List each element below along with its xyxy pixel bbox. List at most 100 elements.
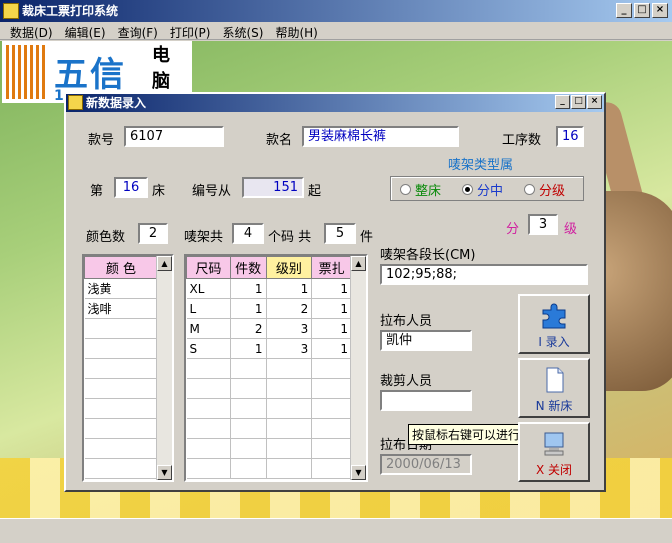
close-button-label: X 关闭 xyxy=(535,463,573,477)
size-grid-scrollbar[interactable]: ▲ ▼ xyxy=(350,256,366,480)
spreader-label: 拉布人员 xyxy=(380,314,433,329)
radio-dot-selected-icon xyxy=(462,184,473,195)
new-bed-button-label: N 新床 xyxy=(535,399,573,413)
radio-split-grade[interactable]: 分级 xyxy=(524,180,565,199)
color-grid-scrollbar[interactable]: ▲ ▼ xyxy=(156,256,172,480)
size-grid[interactable]: 尺码 件数 级别 票扎 XL 1 1 1 L 1 2 1 M 2 3 1 S 1… xyxy=(184,254,368,482)
close-button[interactable]: X 关闭 xyxy=(518,422,590,482)
scroll-down-icon[interactable]: ▼ xyxy=(157,465,172,480)
style-name-input[interactable]: 男装麻棉长裤 xyxy=(302,126,459,147)
color-cell-empty[interactable] xyxy=(84,338,158,359)
table-row[interactable]: L 1 2 1 xyxy=(186,298,352,319)
app-title: 裁床工票打印系统 xyxy=(22,4,119,18)
colors-count-input[interactable]: 2 xyxy=(138,223,168,244)
logo-stripes-icon xyxy=(6,45,46,99)
table-row-empty[interactable] xyxy=(186,398,352,419)
scroll-up-icon[interactable]: ▲ xyxy=(351,256,366,271)
radio-dot-icon xyxy=(400,184,411,195)
pieces-input[interactable]: 5 xyxy=(324,223,356,244)
color-cell-empty[interactable] xyxy=(84,418,158,439)
app-titlebar: 裁床工票打印系统 _ □ × xyxy=(0,0,672,22)
maximize-button[interactable]: □ xyxy=(634,3,650,18)
number-from-input[interactable]: 151 xyxy=(242,177,304,198)
color-cell-empty[interactable] xyxy=(84,378,158,399)
table-row-empty[interactable] xyxy=(186,418,352,439)
table-row[interactable]: S 1 3 1 xyxy=(186,338,352,359)
cutter-label: 裁剪人员 xyxy=(380,374,433,389)
statusbar xyxy=(0,518,672,543)
new-document-icon xyxy=(546,367,564,393)
menu-help[interactable]: 帮助(H) xyxy=(269,22,323,40)
new-data-entry-dialog: 新数据录入 _ □ × 款号 6107 款名 男装麻棉长裤 工序数 16 第 1… xyxy=(64,92,606,492)
ticket-column-header[interactable]: 票扎 xyxy=(311,256,352,279)
logo-text: 五信 xyxy=(54,55,126,95)
close-window-button[interactable]: × xyxy=(652,3,668,18)
dialog-minimize-button[interactable]: _ xyxy=(555,95,570,109)
table-row[interactable]: M 2 3 1 xyxy=(186,318,352,339)
color-cell-empty[interactable] xyxy=(84,358,158,379)
menu-query[interactable]: 查询(F) xyxy=(112,22,164,40)
scroll-up-icon[interactable]: ▲ xyxy=(157,256,172,271)
rack-total-label: 唛架共 xyxy=(184,230,224,245)
logo-sub-text: 电 脑 xyxy=(152,45,170,92)
table-row[interactable]: XL 1 1 1 xyxy=(186,278,352,299)
bed-number-input[interactable]: 16 xyxy=(114,177,148,198)
minimize-button[interactable]: _ xyxy=(616,3,632,18)
table-row-empty[interactable] xyxy=(186,438,352,459)
style-no-input[interactable]: 6107 xyxy=(124,126,224,147)
bed-prefix-label: 第 xyxy=(90,184,104,199)
color-cell-empty[interactable] xyxy=(84,398,158,419)
color-cell-empty[interactable] xyxy=(84,318,158,339)
menu-print[interactable]: 打印(P) xyxy=(164,22,217,40)
radio-whole-bed[interactable]: 整床 xyxy=(400,180,441,199)
dialog-titlebar: 新数据录入 _ □ × xyxy=(66,94,604,112)
spreader-input[interactable]: 凯仲 xyxy=(380,330,472,351)
size-column-header[interactable]: 尺码 xyxy=(186,256,231,279)
dialog-maximize-button[interactable]: □ xyxy=(571,95,586,109)
app-icon xyxy=(3,3,19,19)
segment-length-input[interactable]: 102;95;88; xyxy=(380,264,588,285)
dialog-title: 新数据录入 xyxy=(86,96,147,110)
puzzle-icon xyxy=(542,303,566,329)
style-no-label: 款号 xyxy=(88,133,115,148)
enter-button-label: I 录入 xyxy=(538,335,570,349)
spread-date-input[interactable]: 2000/06/13 xyxy=(380,454,472,475)
menu-data[interactable]: 数据(D) xyxy=(4,22,59,40)
style-name-label: 款名 xyxy=(266,133,293,148)
process-count-label: 工序数 xyxy=(502,133,542,148)
menu-system[interactable]: 系统(S) xyxy=(216,22,269,40)
scroll-down-icon[interactable]: ▼ xyxy=(351,465,366,480)
color-grid[interactable]: 颜 色 浅黄 浅啡 ▲ ▼ xyxy=(82,254,174,482)
dialog-close-button[interactable]: × xyxy=(587,95,602,109)
process-count-input[interactable]: 16 xyxy=(556,126,584,147)
number-from-suffix: 起 xyxy=(308,184,322,199)
cutter-input[interactable] xyxy=(380,390,472,411)
radio-dot-icon xyxy=(524,184,535,195)
table-row-empty[interactable] xyxy=(186,458,352,479)
enter-button[interactable]: I 录入 xyxy=(518,294,590,354)
logo-number: 1 xyxy=(54,88,64,104)
new-bed-button[interactable]: N 新床 xyxy=(518,358,590,418)
pieces-suffix: 件 xyxy=(360,230,374,245)
menu-edit[interactable]: 编辑(E) xyxy=(59,22,112,40)
rack-type-group-title: 唛架类型属 xyxy=(446,154,516,173)
sizes-label: 个码 共 xyxy=(268,230,312,245)
color-cell[interactable]: 浅黄 xyxy=(84,278,158,299)
grade-input[interactable]: 3 xyxy=(528,214,558,235)
color-cell[interactable]: 浅啡 xyxy=(84,298,158,319)
segment-length-label: 唛架各段长(CM) xyxy=(380,248,476,263)
grade-column-header[interactable]: 级别 xyxy=(265,256,313,279)
color-column-header[interactable]: 颜 色 xyxy=(84,256,158,279)
pieces-column-header[interactable]: 件数 xyxy=(229,256,267,279)
bed-suffix-label: 床 xyxy=(152,184,166,199)
rack-total-input[interactable]: 4 xyxy=(232,223,264,244)
radio-split-middle[interactable]: 分中 xyxy=(462,180,503,199)
table-row-empty[interactable] xyxy=(186,378,352,399)
color-cell-empty[interactable] xyxy=(84,438,158,459)
grade-prefix: 分 xyxy=(506,222,520,237)
color-cell-empty[interactable] xyxy=(84,458,158,479)
dialog-icon xyxy=(68,95,83,110)
number-from-label: 编号从 xyxy=(192,184,232,199)
table-row-empty[interactable] xyxy=(186,358,352,379)
grade-suffix: 级 xyxy=(564,222,578,237)
